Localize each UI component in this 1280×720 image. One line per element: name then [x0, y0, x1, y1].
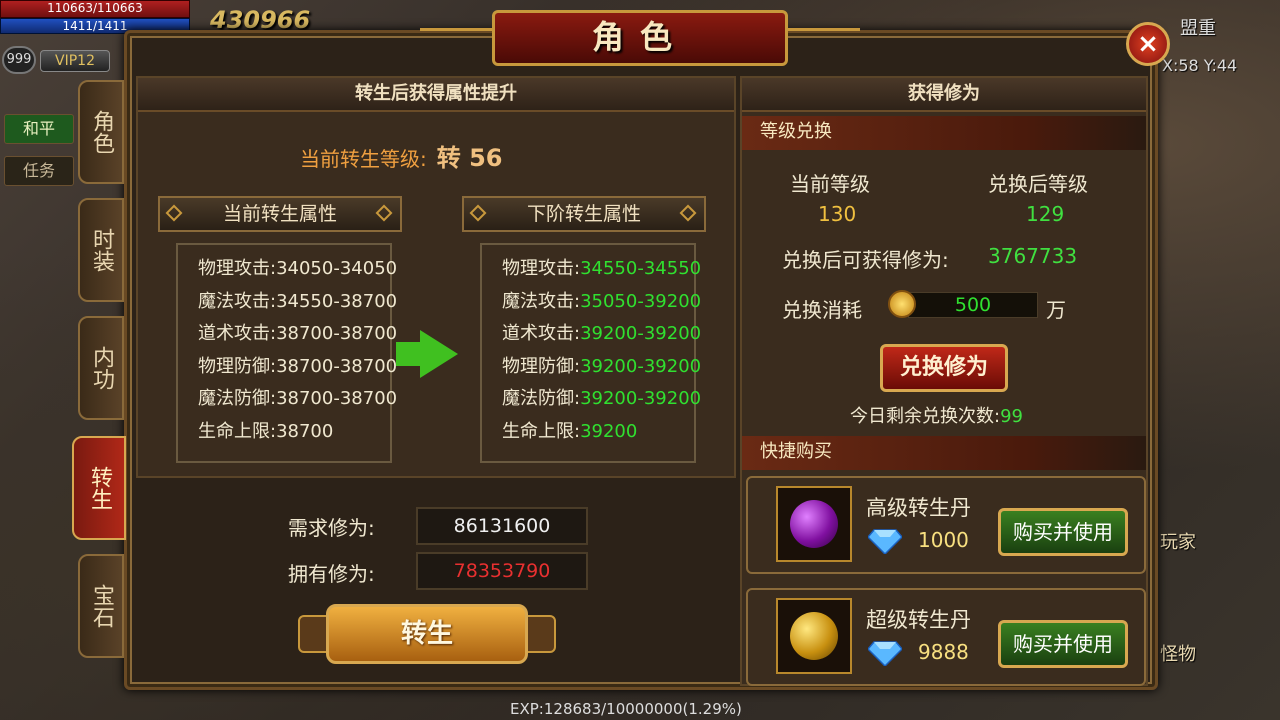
exchange-cost-unit: 万	[1046, 298, 1066, 322]
player-level: 999	[2, 46, 36, 74]
attr-row: 魔法防御:39200-39200	[502, 388, 702, 410]
diamond-gem-icon	[868, 641, 902, 666]
tab-inner-power-label: 内功	[89, 346, 114, 390]
coordinates: X:58 Y:44	[1162, 56, 1238, 75]
attr-row: 物理防御:38700-38700	[198, 355, 398, 377]
close-button[interactable]: ×	[1126, 22, 1170, 66]
buy-and-use-button[interactable]: 购买并使用	[998, 620, 1128, 668]
arrow-icon-tail	[396, 342, 422, 366]
remaining-exchanges: 今日剩余兑换次数:99	[850, 402, 1023, 428]
advanced-rebirth-pill-icon	[776, 486, 852, 562]
current-rebirth-level-value: 转 56	[436, 144, 503, 172]
item-price: 1000	[918, 528, 969, 552]
player-label[interactable]: 玩家	[1160, 528, 1196, 554]
obtain-cultivation-value: 3767733	[988, 244, 1078, 268]
attr-row: 物理攻击:34550-34550	[502, 258, 702, 279]
required-cultivation-value: 86131600	[416, 507, 588, 545]
close-icon: ×	[1137, 29, 1159, 59]
current-attributes-title-text: 当前转生属性	[222, 203, 337, 225]
attr-row: 生命上限:38700	[198, 420, 334, 442]
peace-mode-button[interactable]: 和平	[4, 114, 74, 144]
level-exchange-section-header: 等级兑换	[742, 116, 1146, 150]
item-price: 9888	[918, 640, 969, 664]
tab-rebirth-label: 转生	[87, 466, 112, 510]
attr-row: 魔法防御:38700-38700	[198, 388, 398, 410]
next-attributes-title-text: 下阶转生属性	[526, 203, 641, 225]
next-attributes-list: 物理攻击:34550-34550 魔法攻击:35050-39200 道术攻击:3…	[480, 243, 702, 463]
remaining-exchanges-label: 今日剩余兑换次数:	[850, 406, 1001, 427]
current-attributes-list: 物理攻击:34050-34050 魔法攻击:34550-38700 道术攻击:3…	[176, 243, 398, 463]
item-name: 高级转生丹	[866, 496, 971, 520]
tab-gem[interactable]: 宝石	[78, 554, 124, 658]
attr-row: 物理攻击:34050-34050	[198, 258, 398, 279]
current-level-label: 当前等级	[790, 172, 870, 196]
item-name: 超级转生丹	[866, 608, 971, 632]
tab-inner-power[interactable]: 内功	[78, 316, 124, 420]
remaining-exchanges-value: 99	[1000, 406, 1023, 427]
current-level-value: 130	[818, 202, 857, 226]
owned-cultivation-label: 拥有修为:	[288, 562, 375, 586]
tab-fashion[interactable]: 时装	[78, 198, 124, 302]
title-ornament-left	[420, 28, 500, 52]
rebirth-attributes-header: 转生后获得属性提升	[138, 78, 734, 112]
attr-row: 物理防御:39200-39200	[502, 355, 702, 377]
exp-readout: EXP:128683/10000000(1.29%)	[510, 700, 742, 718]
exchange-cost-value: 500	[908, 292, 1038, 318]
super-rebirth-pill-icon	[776, 598, 852, 674]
rebirth-button[interactable]: 转生	[326, 604, 528, 664]
tab-gem-label: 宝石	[89, 584, 114, 628]
tab-character[interactable]: 角色	[78, 80, 124, 184]
arrow-right-icon	[420, 330, 458, 378]
diamond-gem-icon	[868, 529, 902, 554]
attr-row: 道术攻击:39200-39200	[502, 323, 702, 345]
shop-item: 高级转生丹 1000 购买并使用	[746, 476, 1146, 574]
obtain-cultivation-header: 获得修为	[742, 78, 1146, 112]
next-attributes-title: 下阶转生属性	[462, 196, 706, 232]
buy-and-use-button[interactable]: 购买并使用	[998, 508, 1128, 556]
tab-fashion-label: 时装	[89, 228, 114, 272]
exchange-cultivation-button[interactable]: 兑换修为	[880, 344, 1008, 392]
attr-row: 魔法攻击:34550-38700	[198, 290, 398, 312]
current-rebirth-level: 当前转生等级: 转 56	[300, 138, 503, 173]
after-exchange-level-label: 兑换后等级	[988, 172, 1088, 196]
attr-row: 魔法攻击:35050-39200	[502, 290, 702, 312]
current-rebirth-level-label: 当前转生等级:	[300, 147, 427, 171]
shop-item: 超级转生丹 9888 购买并使用	[746, 588, 1146, 686]
exchange-cost-label: 兑换消耗	[782, 298, 862, 322]
tab-rebirth[interactable]: 转生	[72, 436, 126, 540]
owned-cultivation-value: 78353790	[416, 552, 588, 590]
vip-badge[interactable]: VIP12	[40, 50, 110, 72]
tab-character-label: 角色	[89, 110, 114, 154]
after-exchange-level-value: 129	[1026, 202, 1065, 226]
monster-label[interactable]: 怪物	[1160, 640, 1196, 666]
required-cultivation-label: 需求修为:	[288, 516, 375, 540]
alliance-label: 盟重	[1180, 18, 1216, 39]
hp-bar: 110663/110663	[0, 0, 190, 18]
window-title: 角色	[492, 10, 788, 66]
gold-coin-icon	[888, 290, 916, 318]
current-attributes-title: 当前转生属性	[158, 196, 402, 232]
title-ornament-right	[780, 28, 860, 52]
gold-orb-icon	[790, 612, 838, 660]
obtain-cultivation-label: 兑换后可获得修为:	[782, 248, 949, 272]
attr-row: 道术攻击:38700-38700	[198, 323, 398, 345]
quick-buy-section-header: 快捷购买	[742, 436, 1146, 470]
attr-row: 生命上限:39200	[502, 420, 638, 442]
task-button[interactable]: 任务	[4, 156, 74, 186]
purple-orb-icon	[790, 500, 838, 548]
